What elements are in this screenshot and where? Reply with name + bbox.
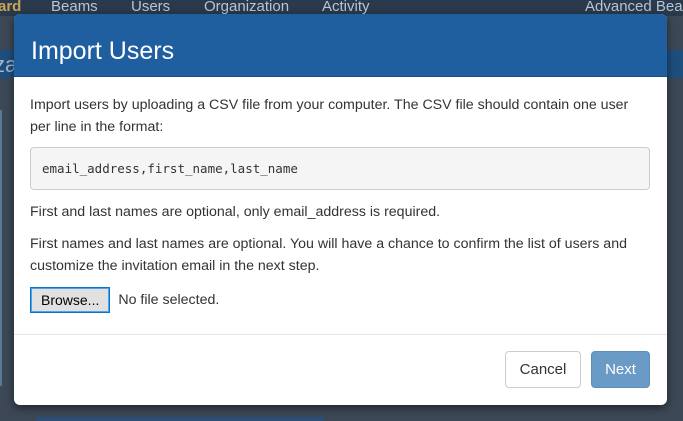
modal-body: Import users by uploading a CSV file fro… — [14, 77, 667, 313]
nav-item-organization: Organization — [204, 0, 290, 15]
optional-note: First and last names are optional, only … — [30, 204, 441, 220]
modal-footer: Cancel Next — [14, 334, 667, 405]
import-users-modal: Import Users Import users by uploading a… — [14, 14, 667, 405]
nav-item-users: Users — [131, 0, 171, 15]
csv-format-example: email_address,first_name,last_name — [30, 147, 650, 190]
file-input[interactable]: Browse... No file selected. — [30, 286, 651, 313]
background-bottom-bar — [36, 417, 324, 421]
nav-item-activity: Activity — [322, 0, 370, 15]
nav-item-dashboard: ard — [0, 0, 22, 15]
next-button[interactable]: Next — [591, 351, 650, 388]
intro-text: Import users by uploading a CSV file fro… — [30, 97, 629, 135]
confirm-note: First names and last names are optional.… — [30, 236, 627, 274]
background-panel-edge — [0, 110, 2, 386]
browse-button[interactable]: Browse... — [30, 286, 111, 313]
cancel-button[interactable]: Cancel — [505, 351, 581, 388]
modal-title: Import Users — [31, 37, 175, 65]
file-status-text: No file selected. — [118, 291, 220, 308]
modal-header: Import Users — [14, 14, 667, 77]
nav-item-advanced: Advanced Bea — [585, 0, 683, 15]
nav-item-beams: Beams — [51, 0, 98, 15]
